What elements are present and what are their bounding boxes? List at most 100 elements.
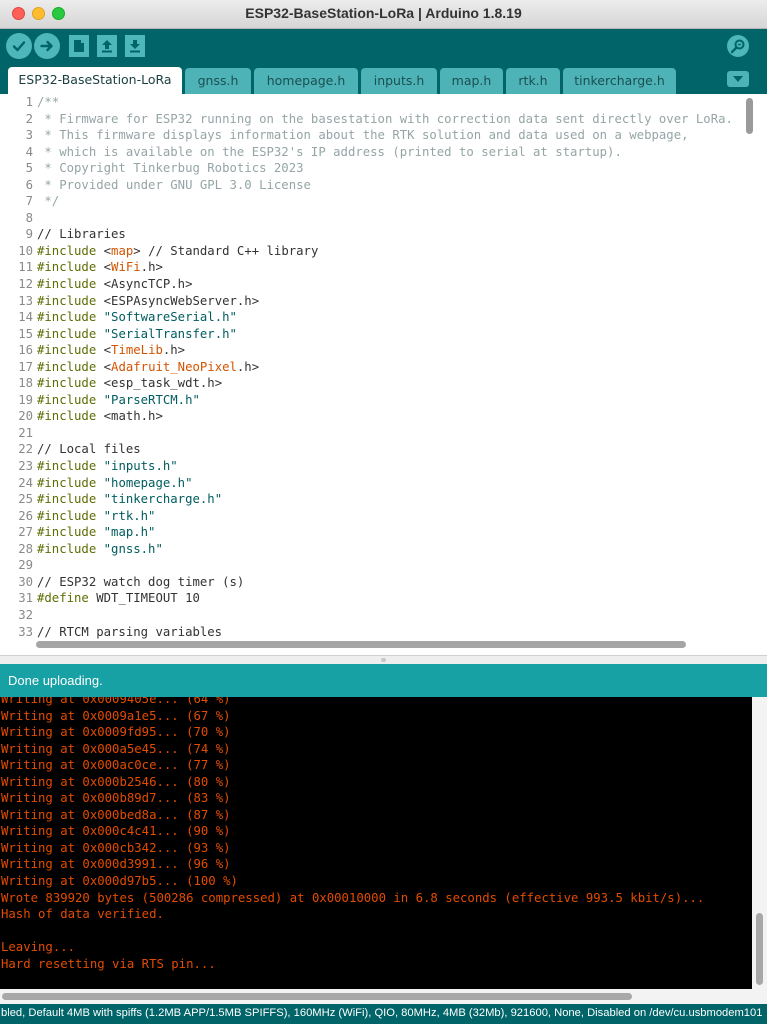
editor-horizontal-scrollbar[interactable]: [36, 641, 686, 648]
code-line[interactable]: 6 * Provided under GNU GPL 3.0 License: [0, 177, 740, 194]
code-token: #include: [37, 293, 97, 308]
tab-gnss-h[interactable]: gnss.h: [185, 68, 251, 94]
line-number: 5: [25, 161, 33, 176]
line-number: 15: [18, 326, 33, 341]
title-bar: ESP32-BaseStation-LoRa | Arduino 1.8.19: [0, 0, 767, 29]
console-text: Writing at 0x0009405e... (64 %) Writing a…: [1, 697, 704, 972]
console-line: Leaving...: [1, 940, 76, 955]
code-line[interactable]: 23 #include "inputs.h": [0, 458, 740, 475]
pane-divider[interactable]: [0, 655, 767, 664]
code-token: "tinkercharge.h": [103, 492, 223, 507]
line-number: 8: [25, 210, 33, 225]
code-line[interactable]: 9 // Libraries: [0, 226, 740, 243]
line-number: 27: [18, 525, 33, 540]
save-button[interactable]: [125, 35, 145, 57]
code-line[interactable]: 10 #include <map> // Standard C++ library: [0, 243, 740, 260]
code-token: * Provided under GNU GPL 3.0 License: [37, 177, 311, 192]
code-line[interactable]: 18 #include <esp_task_wdt.h>: [0, 375, 740, 392]
code-token: #include: [37, 508, 97, 523]
verify-icon: [12, 41, 26, 52]
line-number: 19: [18, 392, 33, 407]
code-line[interactable]: 17 #include <Adafruit_NeoPixel.h>: [0, 359, 740, 376]
code-line[interactable]: 7 */: [0, 193, 740, 210]
console-output[interactable]: Writing at 0x0009405e... (64 %) Writing a…: [0, 697, 752, 989]
code-line[interactable]: 33 // RTCM parsing variables: [0, 624, 740, 641]
code-line[interactable]: 27 #include "map.h": [0, 524, 740, 541]
tab-menu-button[interactable]: [727, 71, 749, 87]
tab-homepage-h[interactable]: homepage.h: [254, 68, 358, 94]
verify-button[interactable]: [6, 33, 32, 59]
upload-button[interactable]: [34, 33, 60, 59]
console-line: Wrote 839920 bytes (500286 compressed) a…: [1, 890, 705, 905]
line-number: 10: [18, 243, 33, 258]
tab-inputs-h[interactable]: inputs.h: [361, 68, 437, 94]
code-line[interactable]: 16 #include <TimeLib.h>: [0, 342, 740, 359]
divider-handle[interactable]: [381, 658, 386, 662]
console-line: Writing at 0x000d3991... (96 %): [1, 857, 231, 872]
console-line: Writing at 0x000b89d7... (83 %): [1, 791, 231, 806]
tab-rtk-h[interactable]: rtk.h: [506, 68, 560, 94]
code-line[interactable]: 11 #include <WiFi.h>: [0, 259, 740, 276]
code-line[interactable]: 26 #include "rtk.h": [0, 508, 740, 525]
serial-monitor-button[interactable]: [727, 35, 749, 57]
code-token: * This firmware displays information abo…: [37, 128, 689, 143]
line-number: 31: [18, 591, 33, 606]
code-token: * Firmware for ESP32 running on the base…: [37, 111, 733, 126]
code-line[interactable]: 5 * Copyright Tinkerbug Robotics 2023: [0, 160, 740, 177]
open-button[interactable]: [97, 35, 117, 57]
code-token: .h>: [162, 343, 186, 358]
code-token: map: [111, 243, 134, 258]
editor-vertical-scrollbar[interactable]: [746, 98, 753, 134]
code-line[interactable]: 12 #include <AsyncTCP.h>: [0, 276, 740, 293]
code-token: <: [96, 243, 112, 258]
code-line[interactable]: 24 #include "homepage.h": [0, 475, 740, 492]
code-line[interactable]: 21: [0, 425, 740, 442]
line-number: 30: [18, 574, 33, 589]
code-text[interactable]: 1 /** 2 * Firmware for ESP32 running on th…: [0, 94, 740, 640]
line-number: 2: [25, 111, 33, 126]
serial-monitor-icon: [730, 39, 745, 54]
code-line[interactable]: 8: [0, 210, 740, 227]
new-file-button[interactable]: [69, 35, 89, 57]
code-token: "SoftwareSerial.h": [103, 310, 237, 325]
code-token: // ESP32 watch dog timer (s): [37, 574, 245, 589]
code-line[interactable]: 3 * This firmware displays information a…: [0, 127, 740, 144]
code-line[interactable]: 30 // ESP32 watch dog timer (s): [0, 574, 740, 591]
console-line: Writing at 0x000cb342... (93 %): [1, 840, 231, 855]
code-line[interactable]: 2 * Firmware for ESP32 running on the ba…: [0, 111, 740, 128]
code-line[interactable]: 31 #define WDT_TIMEOUT 10: [0, 590, 740, 607]
code-line[interactable]: 32: [0, 607, 740, 624]
code-line[interactable]: 13 #include <ESPAsyncWebServer.h>: [0, 293, 740, 310]
code-line[interactable]: 15 #include "SerialTransfer.h": [0, 326, 740, 343]
code-token: // Local files: [37, 442, 141, 457]
console-vertical-scrollbar[interactable]: [756, 913, 763, 985]
code-line[interactable]: 28 #include "gnss.h": [0, 541, 740, 558]
console-horizontal-scrollbar[interactable]: [2, 993, 632, 1000]
code-token: /**: [37, 95, 60, 109]
code-line[interactable]: 20 #include <math.h>: [0, 408, 740, 425]
code-token: #include: [37, 343, 97, 358]
status-bar: Done uploading.: [0, 664, 767, 697]
chevron-down-icon: [733, 75, 743, 82]
code-line[interactable]: 25 #include "tinkercharge.h": [0, 491, 740, 508]
code-line[interactable]: 1 /**: [0, 94, 740, 111]
code-token: <esp_task_wdt.h>: [96, 376, 223, 391]
line-number: 28: [18, 541, 33, 556]
code-line[interactable]: 22 // Local files: [0, 441, 740, 458]
code-line[interactable]: 4 * which is available on the ESP32's IP…: [0, 144, 740, 161]
tab-tinkercharge-h[interactable]: tinkercharge.h: [563, 68, 676, 94]
code-line[interactable]: 14 #include "SoftwareSerial.h": [0, 309, 740, 326]
console-line: Writing at 0x000c4c41... (90 %): [1, 824, 231, 839]
tab-esp32-basestation-lora[interactable]: ESP32-BaseStation-LoRa: [8, 67, 182, 94]
code-token: #include: [37, 310, 97, 325]
code-line[interactable]: 29: [0, 557, 740, 574]
code-editor[interactable]: 1 /** 2 * Firmware for ESP32 running on th…: [0, 94, 767, 655]
code-line[interactable]: 19 #include "ParseRTCM.h": [0, 392, 740, 409]
line-number: 6: [25, 177, 33, 192]
line-number: 1: [25, 95, 33, 109]
tab-map-h[interactable]: map.h: [440, 68, 503, 94]
line-number: 16: [18, 343, 33, 358]
